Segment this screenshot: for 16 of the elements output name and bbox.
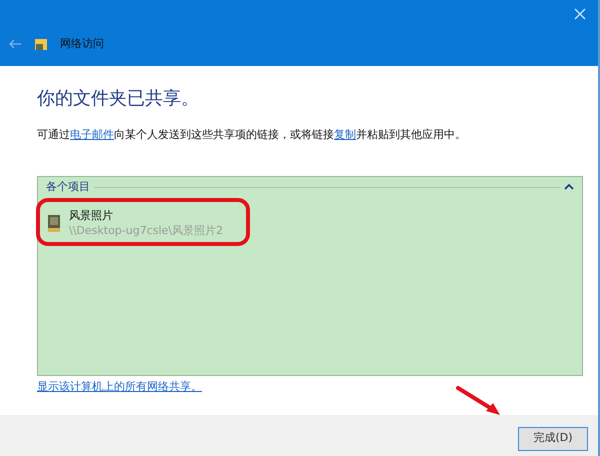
message-link[interactable]: 复制 xyxy=(334,128,356,140)
message-link[interactable]: 电子邮件 xyxy=(70,128,114,140)
group-title: 各个项目 xyxy=(46,179,90,195)
back-arrow-icon[interactable] xyxy=(8,39,22,50)
close-icon[interactable] xyxy=(574,8,586,20)
show-all-shares-link[interactable]: 显示该计算机上的所有网络共享。 xyxy=(37,379,202,396)
annotation-arrow xyxy=(456,385,502,417)
chevron-up-icon[interactable] xyxy=(564,183,574,192)
shared-folder-icon xyxy=(34,37,48,52)
folder-image-icon xyxy=(47,212,61,232)
finish-button[interactable]: 完成(D) xyxy=(518,426,588,450)
window-title: 网络访问 xyxy=(60,36,104,52)
item-name[interactable]: 风景照片 xyxy=(69,208,224,222)
heading: 你的文件夹已共享。 xyxy=(37,88,200,110)
share-message: 可通过电子邮件向某个人发送到这些共享项的链接，或将链接复制并粘贴到其他应用中。 xyxy=(37,126,467,142)
item-path: \\Desktop-ug7csle\风景照片2 xyxy=(69,222,224,238)
